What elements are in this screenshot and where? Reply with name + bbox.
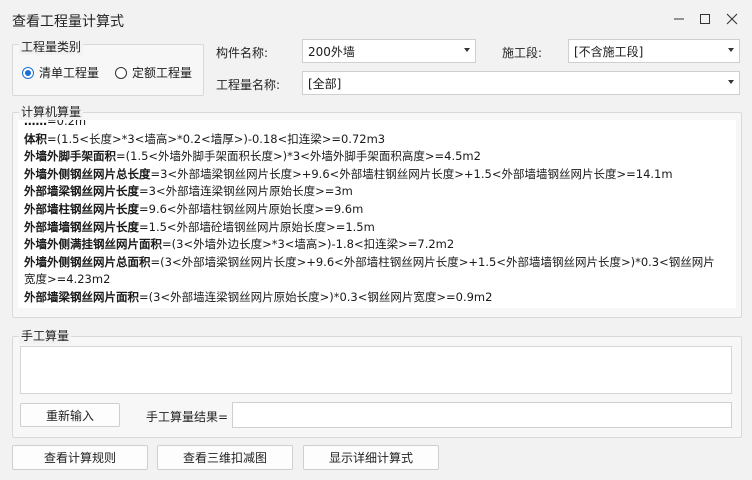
quota-quantity-label: 定额工程量 (132, 66, 193, 80)
calc-line: 外部墙柱钢丝网片面积=(9.6<外部墙柱钢丝网片原始长度>)*0.3<钢丝网片宽… (24, 307, 724, 309)
stage-select[interactable]: [不含施工段] (568, 39, 740, 63)
calc-line-name: 外部墙梁钢丝网片长度 (24, 184, 139, 199)
calc-line: 外部墙梁钢丝网片面积=(3<外部墙连梁钢丝网片原始长度>)*0.3<钢丝网片宽度… (24, 289, 724, 307)
calc-expression-box[interactable]: ……=0.2m 体积=(1.5<长度>*3<墙高>*0.2<墙厚>)-0.18<扣… (18, 120, 736, 308)
stage-value: [不含施工段] (574, 44, 644, 59)
view-rules-button[interactable]: 查看计算规则 (12, 445, 148, 470)
component-name-label: 构件名称: (216, 46, 269, 60)
computer-calc-label: 计算机算量 (19, 103, 84, 120)
close-icon (726, 13, 738, 25)
calc-line: 外墙外侧钢丝网片总面积=(3<外部墙梁钢丝网片长度>+9.6<外部墙柱钢丝网片长… (24, 254, 724, 289)
maximize-icon (700, 14, 710, 24)
quantity-type-label: 工程量类别 (19, 38, 84, 55)
manual-calc-input[interactable] (20, 346, 732, 394)
calc-line-expression: =0.2m (47, 120, 87, 128)
calc-lines: ……=0.2m 体积=(1.5<长度>*3<墙高>*0.2<墙厚>)-0.18<扣… (24, 120, 724, 308)
calc-line-name: 外部墙墙钢丝网片长度 (24, 219, 139, 234)
calc-line-expression: =1.5<外部墙砼墙钢丝网片原始长度>=1.5m (139, 219, 375, 234)
calc-line: 外墙外侧钢丝网片总长度=3<外部墙梁钢丝网片长度>+9.6<外部墙柱钢丝网片长度… (24, 166, 724, 184)
quota-quantity-radio[interactable]: 定额工程量 (115, 64, 192, 81)
calc-line-name: 外墙外侧钢丝网片总长度 (24, 166, 151, 181)
calc-line-name: …… (24, 120, 47, 128)
radio-checked-icon (22, 66, 34, 79)
calc-line: 外部墙梁钢丝网片长度=3<外部墙连梁钢丝网片原始长度>=3m (24, 183, 724, 201)
calc-line-name: 外墙外侧满挂钢丝网片面积 (24, 237, 162, 252)
component-name-select[interactable]: 200外墙 (302, 39, 476, 63)
window-title: 查看工程量计算式 (12, 14, 124, 30)
calc-line-name: 外墙外侧钢丝网片总面积 (24, 254, 151, 269)
calc-line-expression: =3<外部墙连梁钢丝网片原始长度>=3m (139, 184, 353, 199)
bill-quantity-label: 清单工程量 (39, 66, 100, 80)
component-name-value: 200外墙 (308, 44, 355, 59)
quantity-name-label: 工程量名称: (216, 78, 281, 92)
close-button[interactable] (721, 8, 743, 30)
minimize-icon (674, 18, 684, 20)
calc-line-name: 体积 (24, 131, 47, 146)
calc-line-expression: =(1.5<外墙外脚手架面积长度>)*3<外墙外脚手架面积高度>=4.5m2 (116, 149, 481, 164)
calc-line: 体积=(1.5<长度>*3<墙高>*0.2<墙厚>)-0.18<扣连梁>=0.7… (24, 131, 724, 149)
reset-input-button[interactable]: 重新输入 (20, 403, 120, 427)
maximize-button[interactable] (694, 8, 716, 30)
chevron-down-icon (464, 48, 470, 52)
minimize-button[interactable] (668, 8, 690, 30)
calc-line: 外部墙柱钢丝网片长度=9.6<外部墙柱钢丝网片原始长度>=9.6m (24, 201, 724, 219)
stage-label: 施工段: (502, 46, 543, 60)
calc-line: 外墙外侧满挂钢丝网片面积=(3<外墙外边长度>*3<墙高>)-1.8<扣连梁>=… (24, 236, 724, 254)
title-bar: 查看工程量计算式 (0, 0, 752, 38)
bill-quantity-radio[interactable]: 清单工程量 (22, 64, 99, 81)
view-3d-deduction-button[interactable]: 查看三维扣减图 (157, 445, 293, 470)
manual-result-field[interactable] (232, 402, 732, 428)
calc-line: ……=0.2m (24, 120, 724, 131)
radio-unchecked-icon (115, 66, 127, 79)
chevron-down-icon (728, 80, 734, 84)
calc-line-expression: =(3<外墙外边长度>*3<墙高>)-1.8<扣连梁>=7.2m2 (162, 237, 455, 252)
calc-line-name: 外部墙柱钢丝网片长度 (24, 201, 139, 216)
calc-line: 外墙外脚手架面积=(1.5<外墙外脚手架面积长度>)*3<外墙外脚手架面积高度>… (24, 148, 724, 166)
chevron-down-icon (728, 48, 734, 52)
quantity-name-select[interactable]: [全部] (302, 71, 740, 95)
calc-line-expression: =9.6<外部墙柱钢丝网片原始长度>=9.6m (139, 201, 364, 216)
calc-line: 外部墙墙钢丝网片长度=1.5<外部墙砼墙钢丝网片原始长度>=1.5m (24, 219, 724, 237)
show-detail-formula-button[interactable]: 显示详细计算式 (303, 445, 439, 470)
calc-line-name: 外墙外脚手架面积 (24, 149, 116, 164)
calc-line-name: 外部墙梁钢丝网片面积 (24, 289, 139, 304)
calc-line-expression: =(3<外部墙连梁钢丝网片原始长度>)*0.3<钢丝网片宽度>=0.9m2 (139, 289, 493, 304)
calc-line-expression: =(1.5<长度>*3<墙高>*0.2<墙厚>)-0.18<扣连梁>=0.72m… (47, 131, 386, 146)
manual-calc-label: 手工算量 (19, 327, 72, 344)
manual-result-label: 手工算量结果= (146, 410, 229, 424)
calc-line-expression: =3<外部墙梁钢丝网片长度>+9.6<外部墙柱钢丝网片长度>+1.5<外部墙墙钢… (150, 166, 673, 181)
quantity-name-value: [全部] (308, 76, 342, 91)
